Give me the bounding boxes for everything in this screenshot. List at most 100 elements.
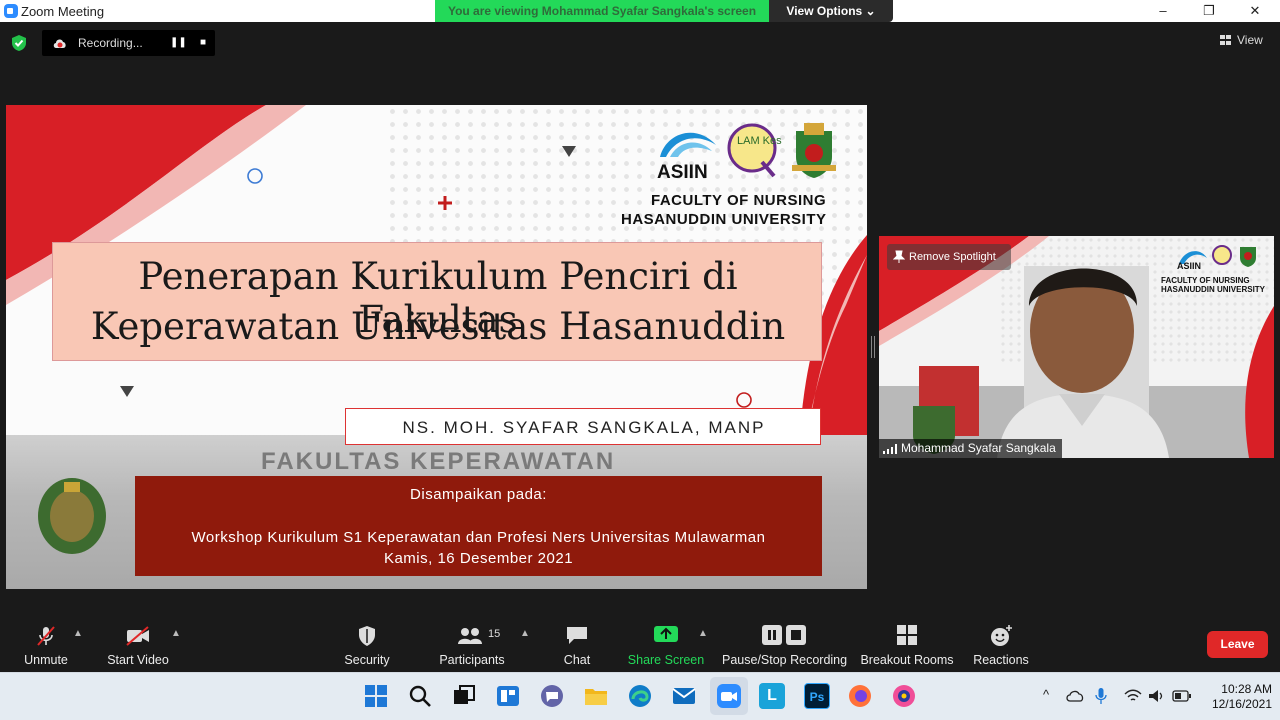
shared-screen: FAKULTAS KEPERAWATAN ASIIN LAM Kes FACUL bbox=[6, 105, 867, 589]
breakout-rooms-button[interactable]: Breakout Rooms bbox=[858, 614, 956, 672]
wifi-icon[interactable] bbox=[1124, 689, 1142, 703]
remove-spotlight-button[interactable]: Remove Spotlight bbox=[887, 244, 1011, 270]
triangle-decor-icon bbox=[562, 146, 576, 157]
building-sign: FAKULTAS KEPERAWATAN bbox=[261, 448, 616, 475]
event-name: Workshop Kurikulum S1 Keperawatan dan Pr… bbox=[191, 529, 766, 546]
onedrive-cloud-icon[interactable] bbox=[1066, 689, 1084, 703]
volume-icon[interactable] bbox=[1148, 689, 1166, 703]
event-date: Kamis, 16 Desember 2021 bbox=[383, 550, 574, 567]
plus-decor-icon bbox=[438, 196, 452, 210]
close-button[interactable]: ✕ bbox=[1240, 2, 1270, 20]
start-video-button[interactable]: Start Video bbox=[100, 614, 176, 672]
video-options-caret[interactable]: ▲ bbox=[171, 628, 181, 639]
reactions-label: Reactions bbox=[973, 653, 1029, 667]
participants-label: Participants bbox=[439, 653, 505, 667]
stop-recording-button[interactable]: ■ bbox=[196, 36, 210, 50]
mail-icon[interactable] bbox=[671, 683, 697, 709]
meeting-toolbar: Unmute ▲ Start Video ▲ Security 15 Parti… bbox=[0, 614, 1280, 672]
delivered-at-label: Disampaikan pada: bbox=[410, 486, 547, 503]
video-off-icon bbox=[126, 626, 149, 646]
share-screen-button[interactable]: Share Screen bbox=[626, 614, 706, 672]
firefox-icon[interactable] bbox=[847, 683, 873, 709]
participants-button[interactable]: 15 Participants bbox=[437, 614, 507, 672]
clock-date: 12/16/2021 bbox=[1211, 697, 1272, 711]
search-icon[interactable] bbox=[407, 683, 433, 709]
app-swirl-icon[interactable] bbox=[891, 683, 917, 709]
university-crest-icon bbox=[38, 478, 106, 554]
leave-button[interactable]: Leave bbox=[1207, 631, 1268, 658]
lam-kes-text: LAM Kes bbox=[737, 135, 782, 147]
file-explorer-icon[interactable] bbox=[583, 683, 609, 709]
pause-stop-recording-button[interactable]: Pause/Stop Recording bbox=[722, 614, 848, 672]
signal-strength-icon bbox=[883, 444, 897, 454]
battery-icon[interactable] bbox=[1172, 690, 1192, 702]
widgets-icon[interactable] bbox=[495, 683, 521, 709]
view-grid-icon bbox=[1220, 35, 1231, 45]
faculty-name-line2: HASANUDDIN UNIVERSITY bbox=[621, 211, 827, 228]
unmute-button[interactable]: Unmute bbox=[12, 614, 80, 672]
muted-microphone-icon bbox=[37, 626, 55, 646]
triangle-decor-icon bbox=[120, 386, 134, 397]
security-button[interactable]: Security bbox=[335, 614, 399, 672]
chat-button[interactable]: Chat bbox=[552, 614, 602, 672]
pin-icon bbox=[893, 250, 905, 263]
encryption-shield-icon[interactable] bbox=[10, 34, 28, 52]
share-screen-label: Share Screen bbox=[627, 653, 705, 667]
chat-label: Chat bbox=[563, 653, 591, 667]
recording-indicator: Recording... ❚❚ ■ bbox=[42, 30, 215, 56]
clock-time: 10:28 AM bbox=[1221, 682, 1272, 696]
reactions-button[interactable]: Reactions bbox=[968, 614, 1034, 672]
teams-chat-icon[interactable] bbox=[539, 683, 565, 709]
minimize-button[interactable]: – bbox=[1148, 2, 1178, 20]
mini-faculty-line2: HASANUDDIN UNIVERSITY bbox=[1161, 285, 1266, 294]
zoom-taskbar-icon[interactable] bbox=[716, 683, 742, 709]
microphone-tray-icon[interactable] bbox=[1095, 687, 1107, 705]
circle-decor-icon bbox=[736, 392, 752, 408]
chat-bubble-icon bbox=[567, 627, 587, 644]
slide-title-line2: Keperawatan Univesitas Hasanuddin bbox=[90, 305, 786, 348]
pause-recording-button[interactable]: ❚❚ bbox=[170, 36, 187, 50]
photoshop-icon[interactable]: Ps bbox=[804, 683, 830, 709]
cloud-recording-icon bbox=[53, 39, 66, 48]
pause-stop-recording-icon bbox=[762, 625, 806, 645]
tray-overflow-chevron[interactable]: ^ bbox=[1043, 687, 1049, 702]
presenter-name: NS. MOH. SYAFAR SANGKALA, MANP bbox=[402, 418, 766, 437]
share-options-caret[interactable]: ▲ bbox=[698, 628, 708, 639]
slide-title-box: Penerapan Kurikulum Penciri di Fakultas … bbox=[52, 242, 822, 361]
event-info-box: Disampaikan pada: Workshop Kurikulum S1 … bbox=[135, 476, 822, 576]
view-button[interactable]: View bbox=[1220, 33, 1263, 47]
faculty-name-line1: FACULTY OF NURSING bbox=[651, 192, 827, 209]
participants-count: 15 bbox=[488, 628, 501, 640]
view-label: View bbox=[1237, 33, 1263, 47]
view-options-button[interactable]: View Options ⌄ bbox=[769, 0, 893, 22]
audio-options-caret[interactable]: ▲ bbox=[73, 628, 83, 639]
zoom-window: Zoom Meeting – ❐ ✕ You are viewing Moham… bbox=[0, 0, 1280, 720]
edge-browser-icon[interactable] bbox=[627, 683, 653, 709]
windows-start-icon[interactable] bbox=[363, 683, 389, 709]
maximize-button[interactable]: ❐ bbox=[1194, 2, 1224, 20]
participants-options-caret[interactable]: ▲ bbox=[520, 628, 530, 639]
taskbar-clock[interactable]: 10:28 AM 12/16/2021 bbox=[1200, 682, 1272, 712]
remove-spotlight-label: Remove Spotlight bbox=[909, 251, 996, 263]
pause-stop-recording-label: Pause/Stop Recording bbox=[722, 653, 848, 667]
lms-app-icon[interactable]: L bbox=[759, 683, 785, 709]
mini-lam-kes-icon bbox=[1212, 245, 1232, 265]
start-video-label: Start Video bbox=[107, 653, 169, 667]
window-title: Zoom Meeting bbox=[21, 4, 105, 19]
lam-kes-logo-icon bbox=[727, 123, 777, 178]
reactions-emoji-icon bbox=[991, 625, 1012, 646]
share-screen-icon bbox=[654, 626, 678, 642]
unmute-label: Unmute bbox=[24, 653, 68, 667]
recording-label: Recording... bbox=[78, 36, 143, 50]
panel-splitter[interactable] bbox=[871, 336, 875, 358]
mini-faculty-line1: FACULTY OF NURSING bbox=[1161, 276, 1250, 285]
task-view-icon[interactable] bbox=[451, 683, 477, 709]
participant-video-tile[interactable]: ASIIN FACULTY OF NURSING HASANUDDIN UNIV… bbox=[879, 236, 1274, 458]
circle-decor-icon bbox=[247, 168, 263, 184]
asiin-logo-icon bbox=[660, 132, 716, 157]
windows-taskbar: L Ps ^ 10:28 AM 12/16/2021 bbox=[0, 672, 1280, 720]
security-shield-icon bbox=[359, 626, 375, 646]
mini-asiin-text: ASIIN bbox=[1177, 261, 1202, 271]
security-label: Security bbox=[344, 653, 390, 667]
breakout-rooms-label: Breakout Rooms bbox=[860, 653, 954, 667]
